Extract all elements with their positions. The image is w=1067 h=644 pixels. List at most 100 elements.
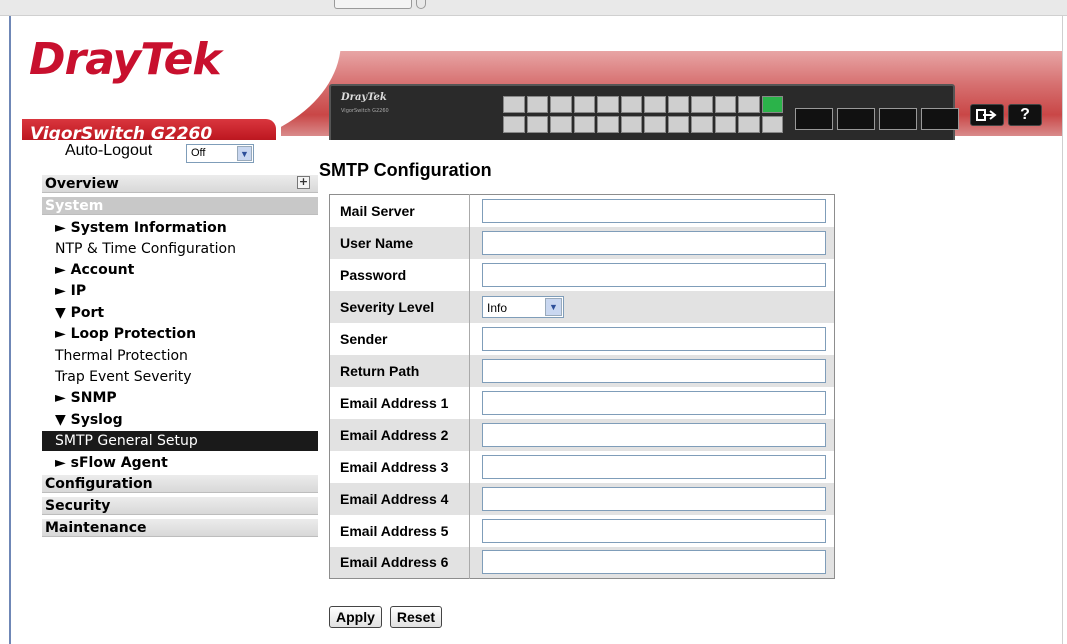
return-path-input[interactable] bbox=[482, 358, 826, 383]
port bbox=[550, 116, 572, 133]
nav-maintenance[interactable]: Maintenance bbox=[42, 519, 318, 537]
row-email-2: Email Address 2 bbox=[329, 418, 835, 451]
sidebar-item-smtp-general-setup[interactable]: SMTP General Setup bbox=[42, 431, 318, 451]
email-3-input[interactable] bbox=[482, 454, 826, 479]
autologout-label: Auto-Logout bbox=[65, 142, 153, 159]
port bbox=[691, 96, 713, 113]
sidebar-item-loop-protection[interactable]: ► Loop Protection bbox=[42, 324, 318, 344]
chevron-down-icon: ▼ bbox=[237, 146, 252, 161]
email-6-input[interactable] bbox=[482, 550, 826, 575]
row-email-3: Email Address 3 bbox=[329, 450, 835, 483]
mail-server-label: Mail Server bbox=[329, 194, 470, 227]
autologout-select[interactable]: Off ▼ bbox=[186, 144, 254, 163]
port bbox=[503, 116, 525, 133]
smtp-config-table: Mail Server User Name Password Severity … bbox=[329, 194, 835, 579]
draytek-logo: DrayTek bbox=[29, 34, 222, 85]
port bbox=[644, 116, 666, 133]
toolbar-stub bbox=[334, 0, 412, 9]
port bbox=[526, 116, 548, 133]
sidebar-item-thermal-protection[interactable]: Thermal Protection bbox=[42, 346, 318, 366]
row-email-5: Email Address 5 bbox=[329, 514, 835, 547]
email-5-input[interactable] bbox=[482, 518, 826, 543]
password-input[interactable] bbox=[482, 262, 826, 287]
sender-input[interactable] bbox=[482, 326, 826, 351]
port-grid bbox=[503, 96, 783, 134]
port bbox=[620, 116, 642, 133]
page-title: SMTP Configuration bbox=[319, 160, 492, 180]
port bbox=[573, 96, 595, 113]
user-name-label: User Name bbox=[329, 226, 470, 259]
switch-front-panel-image: DrayTek VigorSwitch G2260 bbox=[329, 84, 959, 140]
sidebar-item-sflow-agent[interactable]: ► sFlow Agent bbox=[42, 453, 318, 473]
nav-security-label: Security bbox=[45, 498, 111, 514]
sender-label: Sender bbox=[329, 322, 470, 355]
sidebar: Auto-Logout Off ▼ Overview + System ► Sy… bbox=[11, 140, 318, 644]
email-5-label: Email Address 5 bbox=[329, 514, 470, 547]
row-severity-level: Severity Level Info ▼ bbox=[329, 290, 835, 323]
port bbox=[738, 116, 760, 133]
port bbox=[667, 96, 689, 113]
severity-level-select[interactable]: Info ▼ bbox=[482, 295, 564, 318]
action-buttons: Apply Reset bbox=[329, 606, 443, 628]
nav-overview-label: Overview bbox=[45, 176, 119, 192]
help-icon[interactable]: ? bbox=[1008, 104, 1042, 126]
severity-level-value: Info bbox=[487, 300, 508, 315]
sidebar-item-ip[interactable]: ► IP bbox=[42, 281, 318, 301]
port bbox=[738, 96, 760, 113]
nav-configuration-label: Configuration bbox=[45, 476, 153, 492]
sfp-slot bbox=[921, 108, 959, 130]
sidebar-item-port[interactable]: ▼ Port bbox=[42, 303, 318, 323]
port bbox=[644, 96, 666, 113]
port bbox=[620, 96, 642, 113]
autologout-value: Off bbox=[191, 147, 206, 159]
sidebar-item-syslog[interactable]: ▼ Syslog bbox=[42, 410, 318, 430]
port bbox=[597, 116, 619, 133]
header-actions: ? bbox=[970, 104, 1042, 126]
sidebar-item-system-information[interactable]: ► System Information bbox=[42, 218, 318, 238]
device-model: VigorSwitch G2260 bbox=[341, 108, 389, 114]
row-email-1: Email Address 1 bbox=[329, 386, 835, 419]
logout-icon[interactable] bbox=[970, 104, 1004, 126]
apply-button[interactable]: Apply bbox=[329, 606, 382, 628]
email-1-input[interactable] bbox=[482, 390, 826, 415]
row-email-4: Email Address 4 bbox=[329, 482, 835, 515]
nav-overview[interactable]: Overview + bbox=[42, 175, 318, 193]
user-name-input[interactable] bbox=[482, 230, 826, 255]
email-3-label: Email Address 3 bbox=[329, 450, 470, 483]
chevron-down-icon: ▼ bbox=[545, 297, 562, 316]
nav-maintenance-label: Maintenance bbox=[45, 520, 147, 536]
right-frame-rule bbox=[1062, 16, 1063, 644]
sidebar-item-trap-event-severity[interactable]: Trap Event Severity bbox=[42, 367, 318, 387]
port bbox=[526, 96, 548, 113]
severity-level-label: Severity Level bbox=[329, 290, 470, 323]
email-2-input[interactable] bbox=[482, 422, 826, 447]
return-path-label: Return Path bbox=[329, 354, 470, 387]
sfp-slot bbox=[879, 108, 917, 130]
sidebar-item-snmp[interactable]: ► SNMP bbox=[42, 388, 318, 408]
email-4-label: Email Address 4 bbox=[329, 482, 470, 515]
email-4-input[interactable] bbox=[482, 486, 826, 511]
port bbox=[714, 96, 736, 113]
sfp-slot bbox=[837, 108, 875, 130]
browser-top-strip bbox=[0, 0, 1067, 16]
nav-security[interactable]: Security bbox=[42, 497, 318, 515]
logout-arrow-icon bbox=[976, 109, 997, 121]
port bbox=[503, 96, 525, 113]
port-active bbox=[761, 96, 783, 113]
port bbox=[667, 116, 689, 133]
port bbox=[761, 116, 783, 133]
port bbox=[691, 116, 713, 133]
email-1-label: Email Address 1 bbox=[329, 386, 470, 419]
sidebar-item-account[interactable]: ► Account bbox=[42, 260, 318, 280]
nav-system[interactable]: System bbox=[42, 197, 318, 215]
port bbox=[550, 96, 572, 113]
model-name: VigorSwitch G2260 bbox=[30, 124, 213, 140]
nav-configuration[interactable]: Configuration bbox=[42, 475, 318, 493]
header: DrayTek VigorSwitch G2260 DrayTek VigorS… bbox=[11, 16, 1062, 140]
row-user-name: User Name bbox=[329, 226, 835, 259]
row-mail-server: Mail Server bbox=[329, 194, 835, 227]
mail-server-input[interactable] bbox=[482, 198, 826, 223]
sidebar-item-ntp-time[interactable]: NTP & Time Configuration bbox=[42, 239, 318, 259]
row-password: Password bbox=[329, 258, 835, 291]
reset-button[interactable]: Reset bbox=[389, 606, 443, 628]
